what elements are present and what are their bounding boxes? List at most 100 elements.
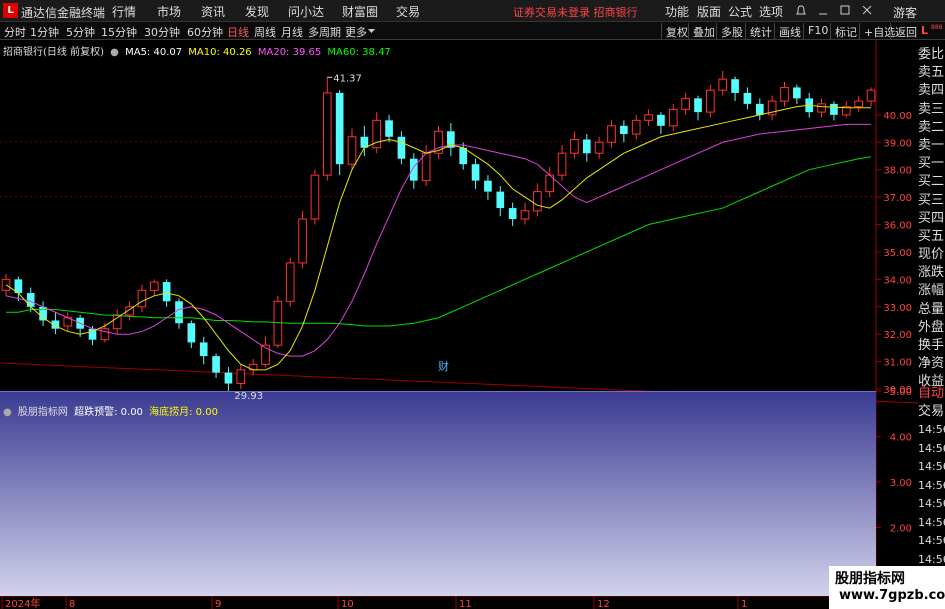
x-tick-label: 12 (597, 599, 610, 609)
settings-dot-icon[interactable]: ● (110, 47, 119, 58)
main-legend: 招商银行(日线 前复权) ● MA5: 40.07 MA10: 40.26 MA… (3, 43, 394, 58)
settings-dot-icon[interactable]: ● (3, 407, 12, 418)
ma20-value: MA20: 39.65 (257, 47, 322, 58)
period-1min[interactable]: 1分钟 (30, 24, 59, 40)
y-tick-label: 34.00 (883, 275, 912, 286)
menu-faxian[interactable]: 发现 (245, 3, 269, 20)
kline-chart[interactable]: 40.00 39.00 38.00 37.00 36.00 35.00 34.00 33.00… (0, 40, 918, 609)
candle-body (694, 98, 702, 113)
period-60min[interactable]: 60分钟 (187, 24, 223, 40)
candle-body (582, 139, 591, 154)
high-annotation: 41.37 (333, 73, 362, 84)
menu-hangqing[interactable]: 行情 (112, 3, 136, 20)
menu-zixun[interactable]: 资讯 (201, 3, 225, 20)
menu-caifuquan[interactable]: 财富圈 (342, 3, 378, 20)
x-tick-label: 11 (459, 599, 472, 609)
btn-diejia[interactable]: 叠加 (688, 23, 719, 39)
y-tick-label: 37.00 (883, 193, 912, 204)
chevron-down-icon[interactable] (368, 29, 375, 34)
sidebar-item[interactable]: 卖三 (918, 101, 945, 119)
sidebar-item[interactable]: 卖五 (918, 64, 945, 82)
btn-duogu[interactable]: 多股 (716, 23, 747, 39)
period-weekly[interactable]: 周线 (254, 24, 276, 40)
btn-huaxian[interactable]: 画线 (774, 23, 805, 39)
candle-body (508, 208, 517, 220)
ma5-value: MA5: 40.07 (125, 47, 183, 58)
candle-body (137, 289, 147, 308)
sidebar-item[interactable]: 买三 (918, 192, 945, 210)
login-status[interactable]: 证券交易未登录 招商银行 (513, 4, 638, 20)
candle-body (620, 125, 628, 135)
candle-body (335, 92, 344, 165)
sub-y-tick-label: 5.00 (890, 387, 912, 398)
sidebar-item-trade[interactable]: 交易 (918, 403, 945, 421)
user-label[interactable]: 游客 (893, 4, 917, 21)
x-tick-label: 10 (341, 599, 354, 609)
y-tick-label: 38.00 (883, 166, 912, 177)
candle-body (385, 120, 393, 137)
period-30min[interactable]: 30分钟 (144, 24, 180, 40)
menu-xuanxiang[interactable]: 选项 (759, 3, 783, 20)
period-monthly[interactable]: 月线 (281, 24, 303, 40)
candle-body (397, 136, 406, 159)
candle-body (112, 314, 122, 330)
period-fenshi[interactable]: 分时 (4, 24, 26, 40)
sidebar-item[interactable]: 卖四 (918, 82, 945, 100)
sidebar-item[interactable]: 净资 (918, 355, 945, 373)
sidebar-item[interactable]: 换手 (918, 337, 945, 355)
close-icon[interactable] (862, 5, 872, 15)
indicator-name[interactable]: 股朋指标网 (18, 407, 68, 418)
candle-body (731, 79, 739, 93)
minimize-icon[interactable] (818, 6, 828, 16)
sidebar-item[interactable]: 买二 (918, 173, 945, 191)
sidebar-item[interactable]: 现价 (918, 246, 945, 264)
candle-body (854, 100, 863, 108)
indicator-pane-fill (0, 391, 876, 596)
sidebar-item[interactable]: 买四 (918, 210, 945, 228)
x-tick-label: 2024年 (5, 597, 40, 609)
sidebar-item[interactable]: 总量 (918, 301, 945, 319)
app-logo-icon: L (3, 3, 18, 18)
y-tick-label: 35.00 (883, 248, 912, 259)
menu-shichang[interactable]: 市场 (157, 3, 181, 20)
tick-time: 14:56 (918, 497, 945, 510)
candle-body (26, 293, 35, 307)
finance-marker: 财 (438, 359, 449, 373)
menu-jiaoyi[interactable]: 交易 (396, 3, 420, 20)
sidebar-item[interactable]: 买五 (918, 228, 945, 246)
period-5min[interactable]: 5分钟 (66, 24, 95, 40)
menu-wenxiaoda[interactable]: 问小达 (288, 3, 324, 20)
sidebar-item[interactable]: 委比 (918, 46, 945, 64)
y-tick-label: 40.00 (883, 111, 912, 122)
y-tick-label: 39.00 (883, 138, 912, 149)
y-tick-label: 33.00 (883, 303, 912, 314)
tick-time: 14:56 (918, 460, 945, 473)
sidebar-item[interactable]: 涨跌 (918, 264, 945, 282)
btn-back[interactable]: 返回 (890, 23, 921, 39)
candle-body (681, 97, 690, 110)
maximize-icon[interactable] (840, 5, 850, 15)
sidebar-item-auto[interactable]: 自动 (918, 385, 945, 403)
sidebar-item[interactable]: 涨幅 (918, 282, 945, 300)
period-daily[interactable]: 日线 (227, 24, 249, 40)
notification-bell-icon[interactable] (796, 5, 806, 17)
candle-body (718, 78, 728, 91)
btn-tongji[interactable]: 统计 (745, 23, 776, 39)
period-multi[interactable]: 多周期 (308, 24, 341, 40)
btn-f10[interactable]: F10 (803, 23, 832, 39)
sidebar-item[interactable]: 外盘 (918, 319, 945, 337)
tick-time: 14:56 (918, 478, 945, 492)
sidebar-item[interactable]: 卖二 (918, 119, 945, 137)
candle-body (557, 152, 567, 176)
menu-gongshi[interactable]: 公式 (728, 3, 752, 20)
tick-time: 14:56 (918, 441, 945, 455)
period-15min[interactable]: 15分钟 (101, 24, 137, 40)
menu-banmian[interactable]: 版面 (697, 3, 721, 20)
candle-body (224, 372, 233, 384)
sidebar-item[interactable]: 买一 (918, 155, 945, 173)
watermark-line1: 股朋指标网 (835, 571, 905, 587)
sidebar-item[interactable]: 卖一 (918, 137, 945, 155)
menu-gongneng[interactable]: 功能 (665, 3, 689, 20)
period-more[interactable]: 更多 (345, 24, 367, 40)
btn-biaoji[interactable]: 标记 (830, 23, 861, 39)
